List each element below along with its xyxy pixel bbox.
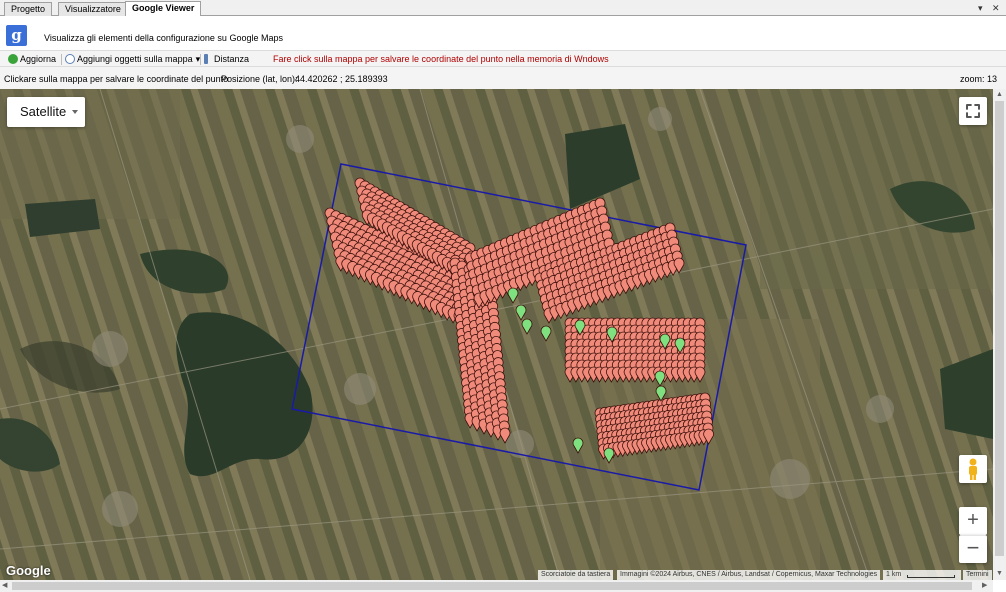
horizontal-scrollbar[interactable]: ◀ ▶ xyxy=(0,580,993,592)
satellite-imagery xyxy=(0,89,993,580)
tab-visualizzatore[interactable]: Visualizzatore xyxy=(58,2,128,16)
map-type-label: Satellite xyxy=(20,104,67,119)
position-label: Posizione (lat, lon): xyxy=(221,74,298,84)
chevron-down-icon xyxy=(72,110,78,114)
zoom-in-button[interactable]: + xyxy=(959,507,987,535)
tab-dropdown-icon[interactable]: ▾ xyxy=(978,2,983,14)
toolbar: Aggiorna Aggiungi oggetti sulla mappa ▾ D… xyxy=(0,50,1006,67)
refresh-label: Aggiorna xyxy=(20,54,57,64)
add-objects-icon xyxy=(65,54,75,64)
scroll-down-icon[interactable]: ▼ xyxy=(996,569,1003,579)
scroll-right-icon[interactable]: ▶ xyxy=(982,581,987,591)
google-map[interactable]: Satellite + − Google Scorciatoie da tast… xyxy=(0,89,993,580)
keyboard-shortcuts-link[interactable]: Scorciatoie da tastiera xyxy=(538,570,614,580)
header-description: Visualizza gli elementi della configuraz… xyxy=(44,33,283,43)
toolbar-separator xyxy=(61,54,62,65)
toolbar-hint: Fare click sulla mappa per salvare le co… xyxy=(273,54,609,64)
position-value: 44.420262 ; 25.189393 xyxy=(295,74,388,84)
fullscreen-button[interactable] xyxy=(959,97,987,125)
status-row: Clickare sulla mappa per salvare le coor… xyxy=(0,67,1006,89)
horizontal-scroll-thumb[interactable] xyxy=(12,582,972,590)
street-view-button[interactable] xyxy=(959,455,987,483)
fullscreen-icon xyxy=(966,104,980,118)
ruler-icon xyxy=(204,54,208,64)
zoom-out-button[interactable]: − xyxy=(959,535,987,563)
scale-bar[interactable]: 1 km xyxy=(883,570,961,580)
distance-label: Distanza xyxy=(214,54,250,64)
scroll-left-icon[interactable]: ◀ xyxy=(2,581,7,591)
pegman-icon xyxy=(969,458,977,480)
scroll-up-icon[interactable]: ▲ xyxy=(996,90,1003,100)
refresh-icon xyxy=(8,54,18,64)
google-logo-icon: g xyxy=(6,25,27,46)
distance-button[interactable]: Distanza xyxy=(204,53,249,66)
tab-progetto[interactable]: Progetto xyxy=(4,2,53,16)
vertical-scrollbar[interactable]: ▲ ▼ xyxy=(993,89,1006,580)
map-type-control[interactable]: Satellite xyxy=(7,97,85,127)
vertical-scroll-thumb[interactable] xyxy=(995,101,1004,556)
scale-label: 1 km xyxy=(886,571,902,578)
tab-google-viewer[interactable]: Google Viewer xyxy=(125,1,202,17)
document-tabstrip: Progetto Visualizzatore Google Viewer ▾ … xyxy=(0,0,1006,17)
zoom-out-icon: − xyxy=(966,535,980,560)
zoom-level: zoom: 13 xyxy=(960,74,998,84)
zoom-in-icon: + xyxy=(967,509,979,531)
google-wordmark: Google xyxy=(6,563,51,578)
imagery-attribution: Immagini ©2024 Airbus, CNES / Airbus, La… xyxy=(617,570,881,580)
scale-line xyxy=(907,575,955,578)
close-icon[interactable]: ✕ xyxy=(992,2,1000,14)
add-objects-button[interactable]: Aggiungi oggetti sulla mappa ▾ xyxy=(65,53,200,66)
status-instruction: Clickare sulla mappa per salvare le coor… xyxy=(4,74,229,84)
toolbar-separator xyxy=(200,54,201,65)
header-band: g Visualizza gli elementi della configur… xyxy=(0,16,1006,50)
terms-link[interactable]: Termini xyxy=(963,570,992,580)
add-objects-label: Aggiungi oggetti sulla mappa xyxy=(77,54,193,64)
refresh-button[interactable]: Aggiorna xyxy=(8,53,56,66)
